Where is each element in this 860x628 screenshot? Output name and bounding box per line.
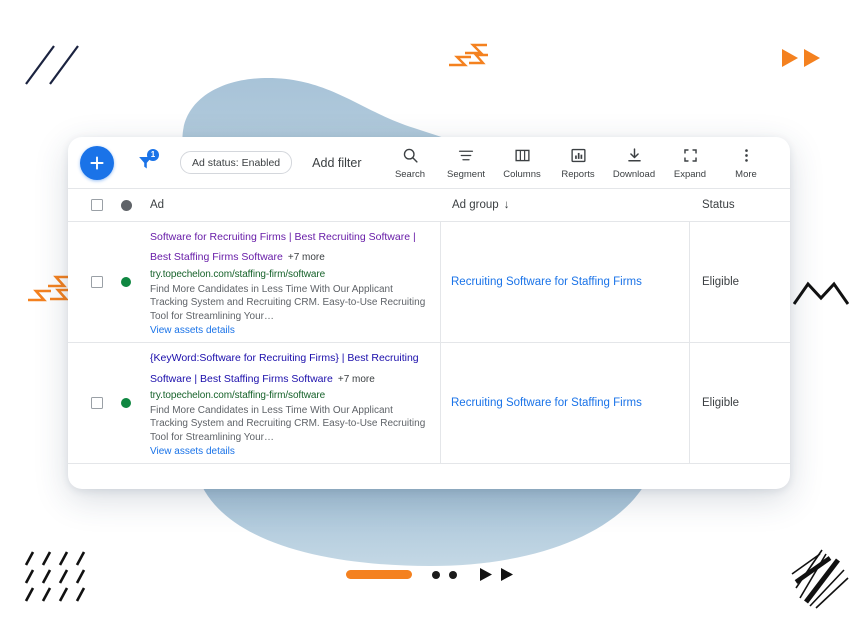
add-filter-button[interactable]: Add filter [312, 156, 361, 170]
ad-group-cell: Recruiting Software for Staffing Firms [441, 343, 690, 463]
row-status-dot-cell [112, 343, 140, 463]
carousel-dots[interactable] [432, 571, 457, 579]
segment-button[interactable]: Segment [438, 146, 494, 180]
row-status-dot-cell [112, 222, 140, 342]
status-cell: Eligible [690, 343, 790, 463]
prev-arrow-icon[interactable] [477, 566, 494, 583]
reports-label: Reports [561, 169, 594, 180]
ad-preview: {KeyWord:Software for Recruiting Firms} … [150, 343, 430, 463]
status-value: Eligible [702, 397, 739, 409]
ad-display-url: try.topechelon.com/staffing-firm/softwar… [150, 269, 430, 282]
carousel-dot-2[interactable] [449, 571, 457, 579]
filter-chip-ad-status[interactable]: Ad status: Enabled [180, 151, 292, 174]
ads-table: Ad Ad group ↓ Status [68, 188, 790, 464]
table-row: Software for Recruiting Firms | Best Rec… [68, 222, 790, 343]
chevron-wave-icon [793, 278, 849, 306]
row-select-cell[interactable] [68, 222, 112, 342]
ad-more-count: +7 more [288, 252, 325, 263]
search-label: Search [395, 169, 425, 180]
select-all-checkbox[interactable] [91, 199, 103, 211]
row-checkbox[interactable] [91, 276, 103, 288]
download-label: Download [613, 169, 655, 180]
status-dot-green-icon [121, 398, 131, 408]
ads-table-card: 1 Ad status: Enabled Add filter Search [68, 137, 790, 489]
ad-preview-cell: {KeyWord:Software for Recruiting Firms} … [140, 343, 441, 463]
table-row: {KeyWord:Software for Recruiting Firms} … [68, 343, 790, 464]
ad-headline[interactable]: Software for Recruiting Firms | Best Rec… [150, 231, 416, 263]
reports-bar-chart-icon [570, 146, 587, 166]
ad-group-column-label: Ad group ↓ [452, 199, 509, 211]
row-select-cell[interactable] [68, 343, 112, 463]
expand-icon [682, 146, 699, 166]
add-ad-button[interactable] [80, 146, 114, 180]
status-column-label: Status [702, 199, 735, 211]
columns-icon [514, 146, 531, 166]
columns-label: Columns [503, 169, 541, 180]
ad-group-cell: Recruiting Software for Staffing Firms [441, 222, 690, 342]
reports-button[interactable]: Reports [550, 146, 606, 180]
ad-headline[interactable]: {KeyWord:Software for Recruiting Firms} … [150, 352, 419, 384]
status-dot-icon [121, 200, 132, 211]
more-label: More [735, 169, 757, 180]
ad-group-link[interactable]: Recruiting Software for Staffing Firms [451, 397, 642, 409]
table-toolbar: 1 Ad status: Enabled Add filter Search [68, 137, 790, 188]
download-icon [626, 146, 643, 166]
ad-headline-wrap: {KeyWord:Software for Recruiting Firms} … [150, 347, 430, 388]
filter-button[interactable]: 1 [132, 150, 158, 176]
view-assets-details-link[interactable]: View assets details [150, 446, 430, 459]
play-arrows-icon [780, 46, 828, 70]
ad-group-column-header[interactable]: Ad group ↓ [442, 199, 690, 211]
carousel-dot-1[interactable] [432, 571, 440, 579]
ad-headline-wrap: Software for Recruiting Firms | Best Rec… [150, 226, 430, 267]
columns-button[interactable]: Columns [494, 146, 550, 180]
select-all-cell[interactable] [68, 199, 112, 211]
segment-icon [457, 146, 475, 166]
next-arrow-icon[interactable] [498, 566, 515, 583]
carousel-controls[interactable] [0, 566, 860, 583]
zigzag-icon [443, 33, 491, 73]
filter-count-badge: 1 [147, 149, 159, 161]
ad-preview-cell: Software for Recruiting Firms | Best Rec… [140, 222, 441, 342]
diagonal-lines-icon [22, 40, 86, 90]
download-button[interactable]: Download [606, 146, 662, 180]
status-cell: Eligible [690, 222, 790, 342]
ad-description: Find More Candidates in Less Time With O… [150, 283, 430, 324]
carousel-progress-bar[interactable] [346, 570, 412, 579]
status-dot-header-cell [112, 200, 140, 211]
carousel-arrows[interactable] [477, 566, 515, 583]
ad-more-count: +7 more [338, 374, 375, 385]
table-header-row: Ad Ad group ↓ Status [68, 189, 790, 222]
view-assets-details-link[interactable]: View assets details [150, 325, 430, 338]
ad-description: Find More Candidates in Less Time With O… [150, 404, 430, 445]
row-checkbox[interactable] [91, 397, 103, 409]
ad-display-url: try.topechelon.com/staffing-firm/softwar… [150, 390, 430, 403]
ad-preview: Software for Recruiting Firms | Best Rec… [150, 222, 430, 342]
toolbar-actions: Search Segment [382, 146, 790, 180]
segment-label: Segment [447, 169, 485, 180]
ad-column-header[interactable]: Ad [140, 199, 442, 211]
sort-descending-icon: ↓ [504, 199, 510, 211]
expand-button[interactable]: Expand [662, 146, 718, 180]
status-value: Eligible [702, 276, 739, 288]
ad-column-label: Ad [150, 199, 164, 211]
ad-group-link[interactable]: Recruiting Software for Staffing Firms [451, 276, 642, 288]
ad-group-text: Ad group [452, 199, 499, 211]
more-vertical-icon [738, 146, 755, 166]
search-button[interactable]: Search [382, 146, 438, 180]
status-column-header[interactable]: Status [690, 199, 790, 211]
more-button[interactable]: More [718, 146, 774, 180]
plus-icon [89, 155, 105, 171]
expand-label: Expand [674, 169, 706, 180]
status-dot-green-icon [121, 277, 131, 287]
search-icon [402, 146, 419, 166]
